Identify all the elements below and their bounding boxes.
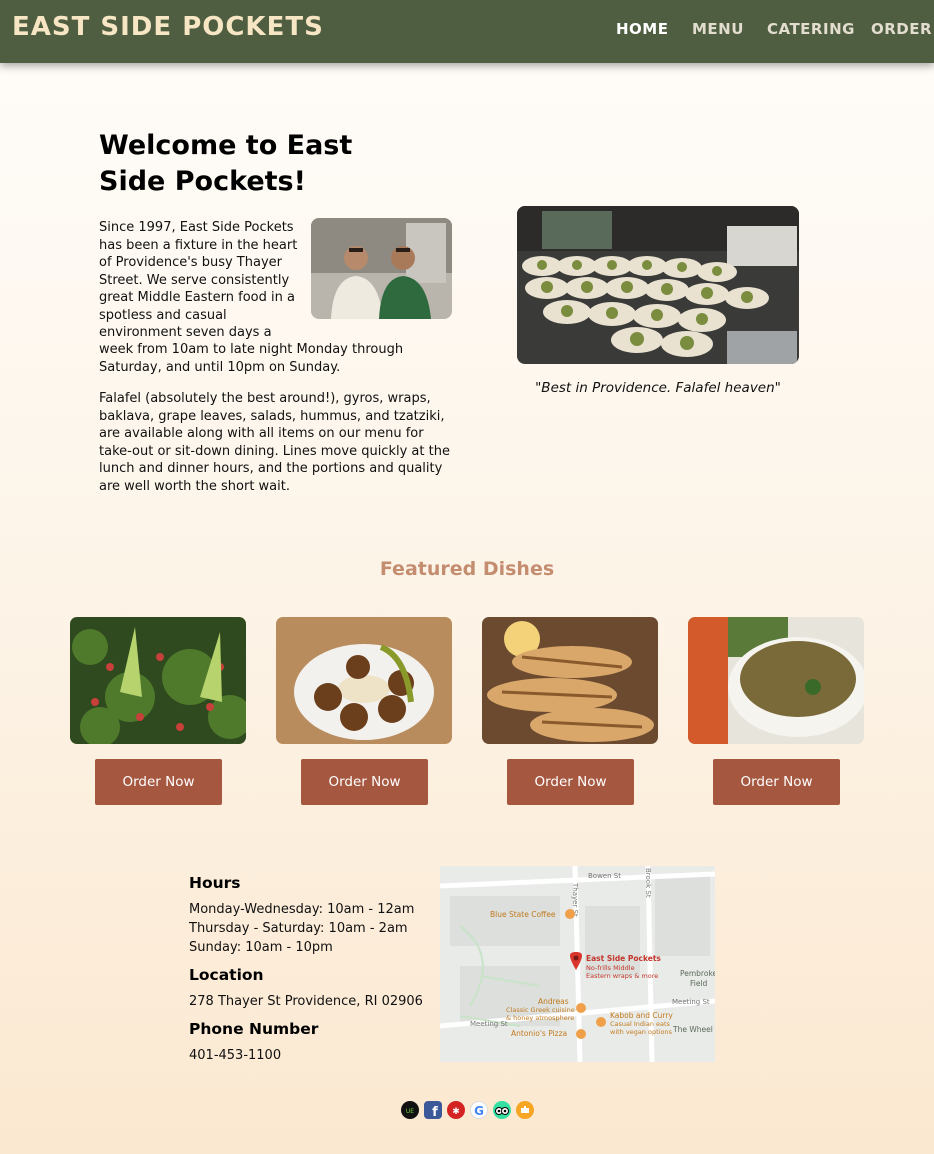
nav-catering[interactable]: CATERING [767,20,855,38]
location-heading: Location [189,966,264,984]
map-pin-label: Blue State Coffee [490,910,556,919]
map-pin-label: Kabob and Curry [610,1011,673,1020]
svg-text:✱: ✱ [452,1107,460,1117]
dish-image-lentil-soup [688,617,864,744]
hours-heading: Hours [189,874,241,892]
intro-paragraph-1b: week from 10am to late night Monday thro… [99,342,404,375]
order-now-button-lentil-soup[interactable]: Order Now [713,759,840,805]
nav-home[interactable]: HOME [616,20,668,38]
address: 278 Thayer St Providence, RI 02906 [189,994,423,1009]
tripadvisor-icon[interactable] [493,1101,511,1119]
map-pin-label: East Side Pockets [586,954,661,963]
map-pin-sublabel: No-frills Middle [586,964,635,972]
map-pin-label: Antonio's Pizza [511,1029,567,1038]
google-icon[interactable]: G [470,1101,488,1119]
brand-logo[interactable]: EAST SIDE POCKETS [12,12,324,42]
map-street-label: Meeting St [470,1020,508,1028]
review-quote: "Best in Providence. Falafel heaven" [535,380,781,396]
map-pin-label: Andreas [538,997,569,1006]
falafel-plates-photo [517,206,799,364]
phone-heading: Phone Number [189,1020,319,1038]
hours-line: Thursday - Saturday: 10am - 2am [189,921,408,936]
dish-image-falafel [276,617,452,744]
map-area-label: Pembroke [680,969,715,978]
map-pin-sublabel: Classic Greek cuisine [506,1006,575,1014]
map-area-label: Field [690,979,708,988]
intro-paragraph-2: Falafel (absolutely the best around!), g… [99,391,450,494]
yelp-icon[interactable]: ✱ [447,1101,465,1119]
location-map[interactable]: Bowen St Thayer St Brook St Meeting St M… [440,866,715,1062]
phone-number[interactable]: 401-453-1100 [189,1046,281,1065]
map-pin-sublabel: Casual Indian eats [610,1020,671,1028]
map-street-label: Bowen St [588,872,621,880]
dish-image-grilled-chicken [482,617,658,744]
order-now-button-falafel[interactable]: Order Now [301,759,428,805]
svg-text:UE: UE [406,1108,414,1115]
hours-line: Sunday: 10am - 10pm [189,940,333,955]
map-area-label: The Wheel [672,1025,713,1034]
featured-title: Featured Dishes [379,558,555,580]
svg-text:G: G [474,1104,484,1118]
grubhub-icon[interactable] [516,1101,534,1119]
uber-eats-icon[interactable]: UE [401,1101,419,1119]
top-nav: EAST SIDE POCKETS HOME MENU CATERING ORD… [0,0,934,63]
nav-order[interactable]: ORDER [871,20,932,38]
nav-menu[interactable]: MENU [692,20,744,38]
map-pin-sublabel: with vegan options [610,1028,673,1036]
order-now-button-tabbouleh[interactable]: Order Now [95,759,222,805]
welcome-title: Welcome to East Side Pockets! [99,130,353,197]
hours-line: Monday-Wednesday: 10am - 12am [189,902,415,917]
owners-photo [311,218,452,319]
map-street-label: Brook St [644,868,652,898]
facebook-icon[interactable]: f [424,1101,442,1120]
svg-text:f: f [432,1105,438,1119]
intro-paragraph-1a: Since 1997, East Side Pockets has been a… [99,220,298,340]
map-pin-sublabel: & honey atmosphere [506,1014,574,1022]
map-pin-sublabel: Eastern wraps & more [586,972,658,980]
map-street-label: Meeting St [672,998,710,1006]
order-now-button-grilled-chicken[interactable]: Order Now [507,759,634,805]
dish-image-tabbouleh [70,617,246,744]
